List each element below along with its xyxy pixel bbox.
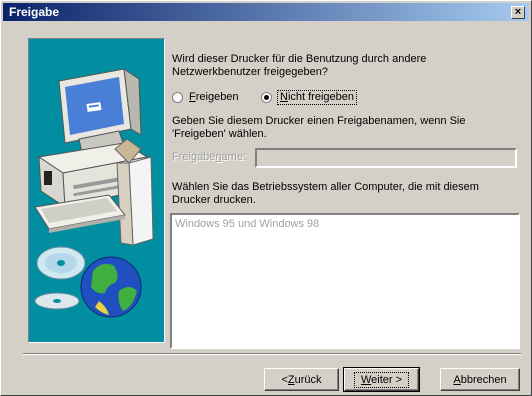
radio-share-circle[interactable] bbox=[172, 92, 183, 103]
window-title: Freigabe bbox=[9, 5, 60, 19]
share-name-label: Freigabename: bbox=[172, 151, 247, 163]
os-hint-line-2: Drucker drucken. bbox=[172, 194, 256, 206]
next-button[interactable]: Weiter > bbox=[343, 367, 420, 392]
cd-disc-icon bbox=[34, 246, 86, 310]
printer-sharing-dialog: Freigabe × Wird dieser Drucker für die B… bbox=[0, 0, 532, 396]
wizard-illustration-svg bbox=[34, 67, 154, 318]
back-button[interactable]: < Zurück bbox=[264, 368, 339, 391]
question-line-2: Netzwerkbenutzer freigegeben? bbox=[172, 66, 328, 78]
share-hint-line-1: Geben Sie diesem Drucker einen Freigaben… bbox=[172, 115, 466, 127]
os-listbox[interactable]: Windows 95 und Windows 98 bbox=[170, 213, 520, 349]
radio-selected-dot bbox=[264, 95, 269, 100]
computer-illustration bbox=[28, 38, 165, 343]
next-button-focus: Weiter > bbox=[353, 371, 410, 388]
radio-no-share[interactable]: Nicht freigeben bbox=[261, 90, 357, 105]
question-line-1: Wird dieser Drucker für die Benutzung du… bbox=[172, 53, 427, 65]
list-item[interactable]: Windows 95 und Windows 98 bbox=[172, 215, 518, 234]
cancel-button[interactable]: Abbrechen bbox=[440, 368, 520, 391]
globe-icon bbox=[80, 256, 142, 318]
keyboard bbox=[34, 194, 126, 233]
printer-box bbox=[114, 138, 154, 246]
share-name-input[interactable] bbox=[255, 148, 517, 168]
os-hint-line-1: Wählen Sie das Betriebssystem aller Comp… bbox=[172, 181, 479, 193]
radio-no-share-label[interactable]: Nicht freigeben bbox=[277, 90, 357, 105]
share-hint-line-2: 'Freigeben' wählen. bbox=[172, 128, 267, 140]
button-separator bbox=[23, 353, 521, 355]
close-icon[interactable]: × bbox=[511, 5, 525, 19]
radio-share[interactable]: Freigeben bbox=[172, 91, 239, 104]
radio-no-share-circle[interactable] bbox=[261, 92, 272, 103]
title-bar[interactable]: Freigabe × bbox=[3, 3, 529, 21]
radio-share-label[interactable]: Freigeben bbox=[189, 91, 239, 104]
